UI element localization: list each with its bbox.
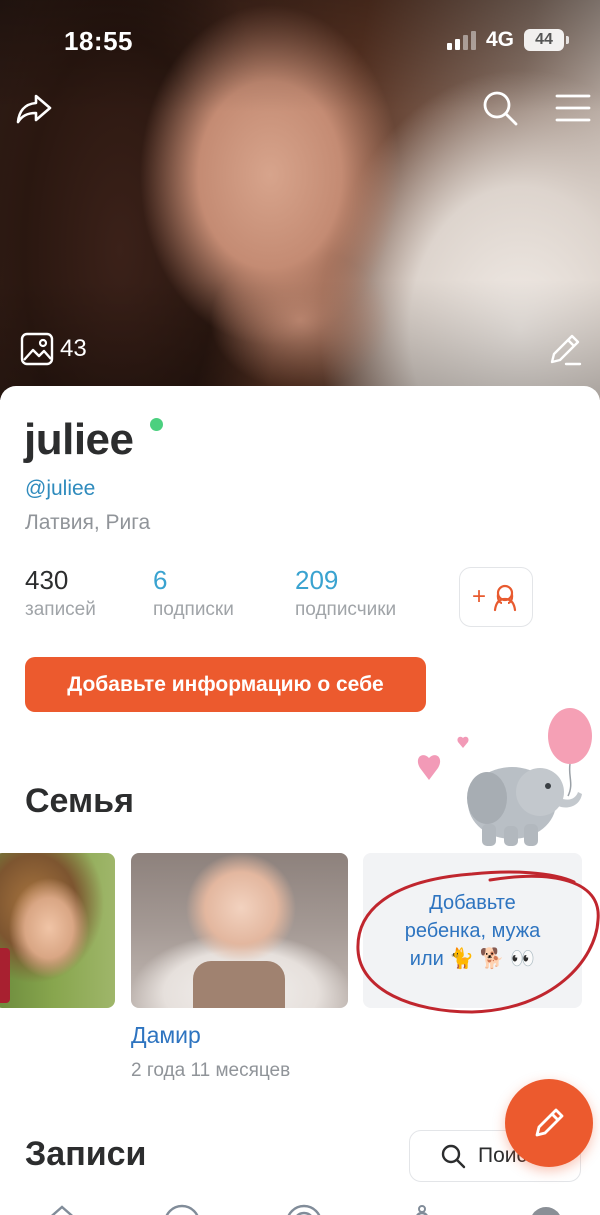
add-friend-button[interactable]: + xyxy=(459,567,533,627)
family-member-photo[interactable] xyxy=(0,853,115,1008)
avatar[interactable] xyxy=(524,1199,568,1215)
stat-followers[interactable]: 209 подписчики xyxy=(295,565,396,621)
online-indicator xyxy=(150,418,163,431)
battery-level: 44 xyxy=(535,31,553,48)
pencil-icon xyxy=(535,1108,564,1137)
create-post-button[interactable] xyxy=(505,1079,593,1167)
photos-icon xyxy=(20,332,54,366)
stat-subscriptions-label: подписки xyxy=(153,599,234,620)
stat-posts-value: 430 xyxy=(25,565,69,595)
family-section-title: Семья xyxy=(25,782,134,820)
network-type: 4G xyxy=(485,28,514,51)
stat-posts[interactable]: 430 записей xyxy=(25,565,96,621)
profile-name: juliee xyxy=(24,415,134,464)
battery-icon: 44 xyxy=(524,29,569,51)
photo-detail xyxy=(0,948,10,1003)
notifications-icon[interactable] xyxy=(400,1199,444,1215)
family-member-photo[interactable] xyxy=(131,853,348,1008)
stat-followers-label: подписчики xyxy=(295,599,397,620)
status-bar-right: 4G 44 xyxy=(446,28,569,52)
stat-subscriptions-value: 6 xyxy=(153,565,168,595)
family-member-age: 2 года 11 месяцев xyxy=(131,1060,291,1081)
family-member-name[interactable]: Дамир xyxy=(131,1022,201,1049)
add-family-member-card[interactable]: Добавьте ребенка, мужа или 🐈 🐕 👀 xyxy=(363,853,582,1008)
person-icon xyxy=(493,584,517,612)
elephant-illustration xyxy=(417,708,592,846)
cover-shade xyxy=(0,0,600,400)
edit-icon[interactable] xyxy=(546,330,584,368)
photo-count-button[interactable]: 43 xyxy=(20,332,87,366)
signal-icon xyxy=(446,30,476,50)
stat-posts-label: записей xyxy=(25,599,96,620)
photo-count: 43 xyxy=(60,335,87,362)
profile-location: Латвия, Рига xyxy=(25,511,151,534)
profile-handle[interactable]: @juliee xyxy=(25,477,95,501)
bottom-tab-bar xyxy=(0,1195,600,1215)
add-family-member-text: Добавьте ребенка, мужа или 🐈 🐕 👀 xyxy=(404,891,541,970)
home-icon[interactable] xyxy=(40,1199,84,1215)
menu-icon[interactable] xyxy=(553,88,593,128)
messages-icon[interactable] xyxy=(160,1199,204,1215)
status-time: 18:55 xyxy=(64,26,133,56)
discover-icon[interactable] xyxy=(282,1199,326,1215)
stat-followers-value: 209 xyxy=(295,565,339,595)
cover-photo[interactable] xyxy=(0,0,600,400)
add-info-button[interactable]: Добавьте информацию о себе xyxy=(25,657,426,712)
share-icon[interactable] xyxy=(14,88,54,128)
stat-subscriptions[interactable]: 6 подписки xyxy=(153,565,234,621)
posts-section-title: Записи xyxy=(25,1135,147,1173)
search-icon xyxy=(441,1144,466,1169)
photo-detail xyxy=(193,961,285,1008)
search-icon[interactable] xyxy=(480,88,520,128)
plus-sign: + xyxy=(471,583,486,610)
